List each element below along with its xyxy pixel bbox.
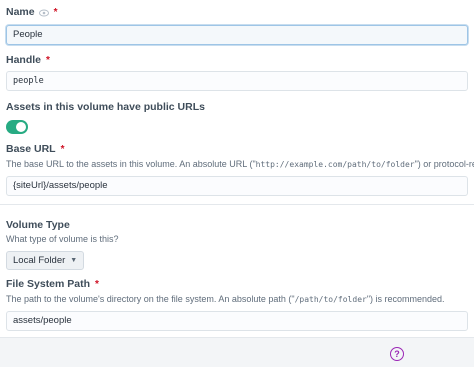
volume-type-instructions: What type of volume is this?: [6, 234, 119, 244]
file-system-path-input[interactable]: assets/people: [6, 311, 468, 331]
public-urls-label: Assets in this volume have public URLs: [6, 101, 205, 113]
name-field: Name * People: [6, 6, 474, 45]
name-label: Name *: [6, 6, 58, 18]
section-divider: [0, 204, 474, 205]
base-url-label: Base URL *: [6, 143, 65, 155]
public-urls-field: Assets in this volume have public URLs: [6, 101, 474, 134]
name-input[interactable]: People: [6, 25, 468, 45]
file-system-path-instructions: The path to the volume's directory on th…: [6, 294, 445, 304]
required-marker: *: [60, 143, 65, 155]
required-marker: *: [95, 278, 99, 290]
handle-field: Handle * people: [6, 54, 474, 91]
file-system-path-label: File System Path *: [6, 278, 99, 290]
base-url-instructions: The base URL to the assets in this volum…: [6, 159, 474, 169]
volume-type-label: Volume Type: [6, 219, 70, 231]
volume-type-field: Volume Type What type of volume is this?…: [6, 219, 474, 270]
handle-label: Handle *: [6, 54, 50, 66]
translatable-icon: [38, 9, 49, 16]
volume-settings-form: Name * People Handle * people Assets in …: [0, 0, 474, 367]
public-urls-toggle[interactable]: [6, 120, 28, 134]
chevron-down-icon: ▼: [70, 257, 78, 264]
volume-type-select[interactable]: Local Folder ▼: [6, 251, 85, 270]
required-marker: *: [53, 6, 58, 18]
handle-input[interactable]: people: [6, 71, 468, 91]
required-marker: *: [46, 54, 50, 66]
toggle-knob: [16, 122, 26, 132]
question-circle-icon[interactable]: ?: [390, 347, 404, 361]
file-system-path-field: File System Path * The path to the volum…: [6, 278, 474, 331]
base-url-input[interactable]: {siteUrl}/assets/people: [6, 176, 468, 196]
base-url-field: Base URL * The base URL to the assets in…: [6, 143, 474, 196]
footer-bar: ?: [0, 337, 474, 367]
